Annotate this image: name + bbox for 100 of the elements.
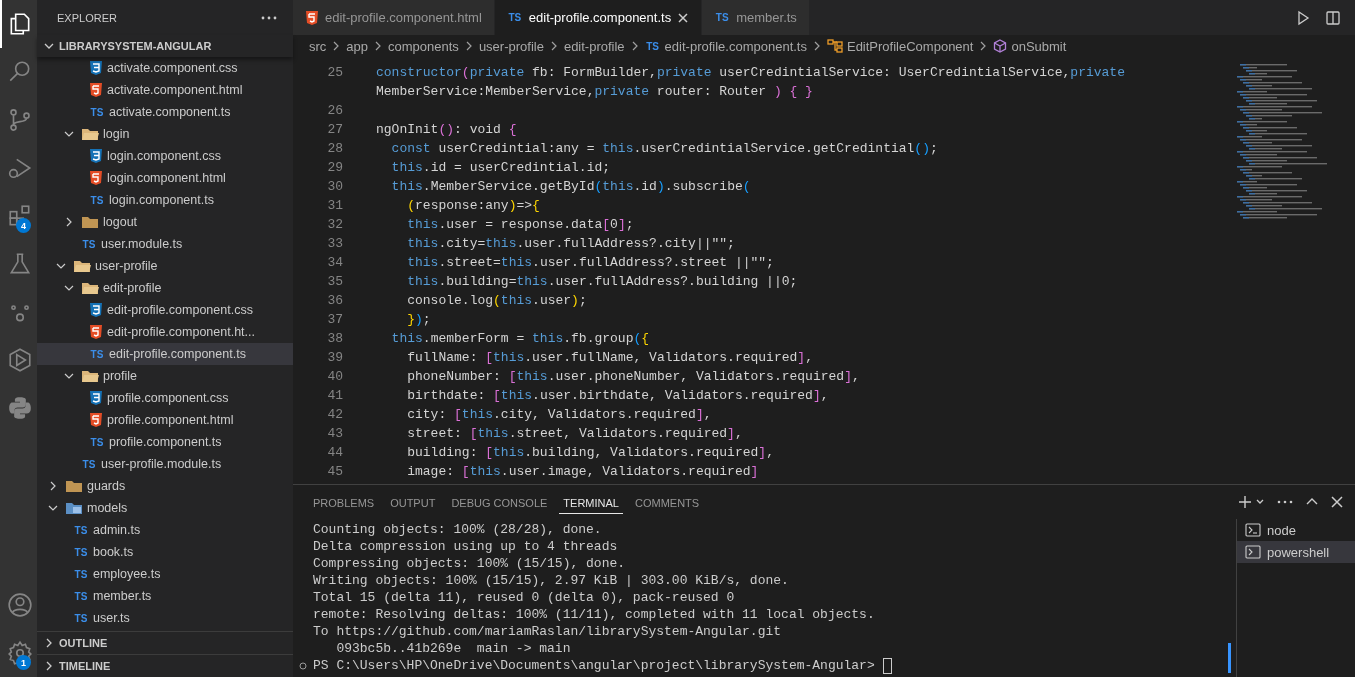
panel-tab[interactable]: DEBUG CONSOLE: [447, 490, 552, 514]
folder-item[interactable]: profile: [37, 365, 293, 387]
html-file-icon: [305, 9, 319, 26]
file-item[interactable]: TS login.component.ts: [37, 189, 293, 211]
code-line: this.id = userCredintial.id;: [390, 159, 612, 177]
file-item[interactable]: profile.component.html: [37, 409, 293, 431]
project-folder-header[interactable]: LIBRARYSYSTEM-ANGULAR: [37, 35, 293, 57]
terminal-line: remote: Resolving deltas: 100% (11/11), completed with 11 local objects.: [313, 606, 876, 623]
breadcrumb-item[interactable]: app: [346, 38, 369, 54]
typescript-file-icon: TS: [81, 238, 97, 250]
code-line: console.log(this.user);: [406, 292, 588, 310]
terminal-line: To https://github.com/mariamRaslan/librarySystem-Angular.git: [313, 623, 783, 640]
code-line: birthdate: [this.user.birthdate, Validators.required],: [406, 387, 830, 405]
notification-badge: 1: [16, 655, 31, 670]
folder-item[interactable]: login: [37, 123, 293, 145]
breadcrumb-item[interactable]: components: [388, 38, 459, 54]
panel-tab[interactable]: COMMENTS: [630, 490, 704, 514]
run-icon[interactable]: [1295, 9, 1311, 26]
file-item[interactable]: edit-profile.component.css: [37, 299, 293, 321]
file-item[interactable]: TS profile.component.ts: [37, 431, 293, 453]
file-item[interactable]: TS user-profile.module.ts: [37, 453, 293, 475]
breadcrumb-item[interactable]: src: [309, 38, 327, 54]
typescript-file-icon: TS: [644, 40, 661, 52]
breadcrumb-item[interactable]: user-profile: [478, 38, 544, 54]
editor-tab[interactable]: TS edit-profile.component.ts: [494, 0, 703, 35]
folder-item[interactable]: edit-profile: [37, 277, 293, 299]
terminal-instance[interactable]: powershell: [1237, 541, 1355, 563]
code-line: street: [this.street, Validators.required],: [406, 425, 744, 443]
line-number: 28: [326, 140, 344, 158]
line-number: 38: [326, 330, 344, 348]
line-number: 45: [326, 463, 344, 481]
more-icon[interactable]: [261, 15, 277, 20]
file-item[interactable]: TS admin.ts: [37, 519, 293, 541]
file-item[interactable]: profile.component.css: [37, 387, 293, 409]
folder-item[interactable]: guards: [37, 475, 293, 497]
code-line: const userCredintial:any = this.userCredintialService.getCredintial();: [390, 140, 939, 158]
cube-icon: [993, 39, 1008, 53]
code-line: ngOnInit(): void {: [376, 121, 518, 139]
breadcrumb-item[interactable]: onSubmit: [993, 38, 1067, 54]
terminal-instance[interactable]: node: [1237, 519, 1355, 541]
close-icon[interactable]: [677, 11, 690, 24]
css-file-icon: [89, 390, 103, 406]
folder-item[interactable]: models: [37, 497, 293, 519]
code-line: constructor(private fb: FormBuilder,private userCredintialService: UserCredintialService,private MemberService:MemberService,private router: Router ) { }: [376, 64, 1126, 101]
file-item[interactable]: TS edit-profile.component.ts: [37, 343, 293, 365]
typescript-file-icon: TS: [89, 348, 105, 360]
editor-tab[interactable]: TS member.ts: [702, 0, 810, 35]
line-number: 40: [326, 368, 344, 386]
snakes-icon: [6, 395, 33, 421]
panel-tab[interactable]: OUTPUT: [386, 490, 440, 514]
typescript-file-icon: TS: [89, 194, 105, 206]
code-line: city: [this.city, Validators.required],: [406, 406, 713, 424]
file-item[interactable]: activate.component.css: [37, 57, 293, 79]
more-icon[interactable]: [1277, 500, 1293, 504]
folder-icon: [81, 280, 99, 296]
folder-item[interactable]: logout: [37, 211, 293, 233]
circle-icon: [299, 661, 307, 670]
code-line: image: [this.user.image, Validators.required]: [406, 463, 760, 481]
extensions-activity-button[interactable]: 4: [0, 192, 37, 240]
file-item[interactable]: login.component.html: [37, 167, 293, 189]
line-number: 25: [326, 64, 344, 82]
html-file-icon: [89, 170, 103, 186]
plus-icon[interactable]: [1237, 494, 1253, 510]
file-item[interactable]: edit-profile.component.ht...: [37, 321, 293, 343]
html-file-icon: [89, 412, 103, 428]
file-item[interactable]: login.component.css: [37, 145, 293, 167]
file-item[interactable]: TS user.ts: [37, 607, 293, 629]
line-number: 26: [326, 102, 344, 120]
line-number: 32: [326, 216, 344, 234]
breadcrumb-item[interactable]: TS edit-profile.component.ts: [644, 38, 807, 54]
editor-tab[interactable]: edit-profile.component.html: [293, 0, 495, 35]
line-number: 42: [326, 406, 344, 424]
breadcrumb-item[interactable]: edit-profile: [563, 38, 625, 54]
code-line: (response:any)=>{: [406, 197, 541, 215]
file-item[interactable]: TS member.ts: [37, 585, 293, 607]
typescript-file-icon: TS: [73, 590, 89, 602]
line-number: 37: [326, 311, 344, 329]
line-number: 41: [326, 387, 344, 405]
hexagon-play-icon: [6, 347, 33, 373]
file-item[interactable]: TS book.ts: [37, 541, 293, 563]
panel-tab[interactable]: TERMINAL: [559, 490, 623, 514]
code-line: phoneNumber: [this.user.phoneNumber, Validators.required],: [406, 368, 861, 386]
breadcrumb-item[interactable]: EditProfileComponent: [826, 38, 974, 54]
terminal-line: Delta compression using up to 4 threads: [313, 538, 619, 555]
split-editor-icon[interactable]: [1325, 9, 1341, 26]
folder-icon: [81, 214, 99, 230]
section-header[interactable]: TIMELINE: [37, 654, 293, 677]
file-item[interactable]: TS activate.component.ts: [37, 101, 293, 123]
folder-icon: [65, 500, 83, 516]
close-icon[interactable]: [1331, 496, 1343, 508]
file-item[interactable]: activate.component.html: [37, 79, 293, 101]
account-icon: [6, 592, 33, 618]
line-number: 43: [326, 425, 344, 443]
section-header[interactable]: OUTLINE: [37, 631, 293, 654]
file-item[interactable]: TS employee.ts: [37, 563, 293, 585]
folder-item[interactable]: user-profile: [37, 255, 293, 277]
line-number: 29: [326, 159, 344, 177]
settings-activity-button[interactable]: 1: [0, 629, 37, 677]
file-item[interactable]: TS user.module.ts: [37, 233, 293, 255]
panel-tab[interactable]: PROBLEMS: [309, 490, 379, 514]
